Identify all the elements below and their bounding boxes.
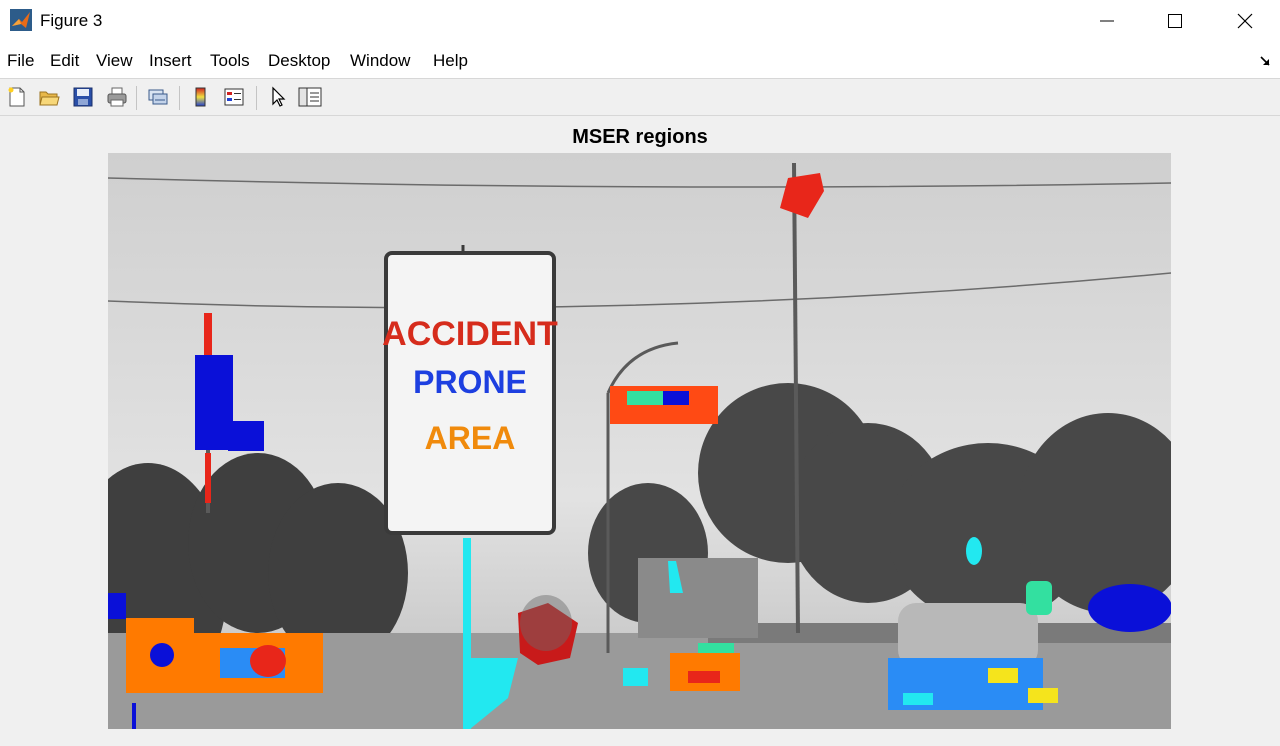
property-inspector-icon xyxy=(298,87,322,107)
save-button[interactable] xyxy=(70,84,96,110)
toolbar-separator xyxy=(136,86,137,110)
window-title: Figure 3 xyxy=(40,11,103,30)
toolbar-separator xyxy=(179,86,180,110)
title-bar: Figure 3 xyxy=(0,0,1280,42)
minimize-button[interactable] xyxy=(1072,0,1142,42)
insert-colorbar-button[interactable] xyxy=(188,84,214,110)
menu-file[interactable]: File xyxy=(7,51,34,71)
new-figure-icon xyxy=(8,87,25,107)
legend-icon xyxy=(224,88,244,106)
menu-view[interactable]: View xyxy=(96,51,133,71)
close-button[interactable] xyxy=(1210,0,1280,42)
menu-edit[interactable]: Edit xyxy=(50,51,79,71)
maximize-icon xyxy=(1168,14,1182,28)
sign-text-line-3: AREA xyxy=(425,420,516,456)
toolbar-separator xyxy=(256,86,257,110)
matlab-icon xyxy=(10,9,32,31)
edit-plot-button[interactable] xyxy=(265,84,291,110)
link-plot-button[interactable] xyxy=(145,84,171,110)
property-inspector-button[interactable] xyxy=(297,84,323,110)
open-file-button[interactable] xyxy=(36,84,62,110)
colorbar-icon xyxy=(195,87,206,107)
menu-bar: File Edit View Insert Tools Desktop Wind… xyxy=(0,42,1280,78)
menu-desktop[interactable]: Desktop xyxy=(268,51,330,71)
edit-plot-pointer-icon xyxy=(272,86,286,107)
minimize-icon xyxy=(1100,20,1114,22)
toolbar xyxy=(0,78,1280,116)
plot-title: MSER regions xyxy=(572,126,708,148)
insert-legend-button[interactable] xyxy=(221,84,247,110)
maximize-button[interactable] xyxy=(1140,0,1210,42)
sign-text-line-1: ACCIDENT xyxy=(382,315,558,353)
print-icon xyxy=(107,87,127,107)
axes-image[interactable]: ACCIDENT PRONE AREA xyxy=(108,153,1171,729)
print-button[interactable] xyxy=(104,84,130,110)
menu-window[interactable]: Window xyxy=(350,51,410,71)
save-icon xyxy=(73,87,93,107)
close-icon xyxy=(1237,13,1253,29)
menu-help[interactable]: Help xyxy=(433,51,468,71)
new-figure-button[interactable] xyxy=(4,84,30,110)
open-file-icon xyxy=(39,91,60,106)
menu-tools[interactable]: Tools xyxy=(210,51,250,71)
sign-text-line-2: PRONE xyxy=(413,364,527,400)
mser-result-image: ACCIDENT PRONE AREA xyxy=(108,153,1171,729)
dock-figure-icon[interactable] xyxy=(1258,54,1272,68)
menu-insert[interactable]: Insert xyxy=(149,51,192,71)
link-plot-icon xyxy=(148,89,168,105)
